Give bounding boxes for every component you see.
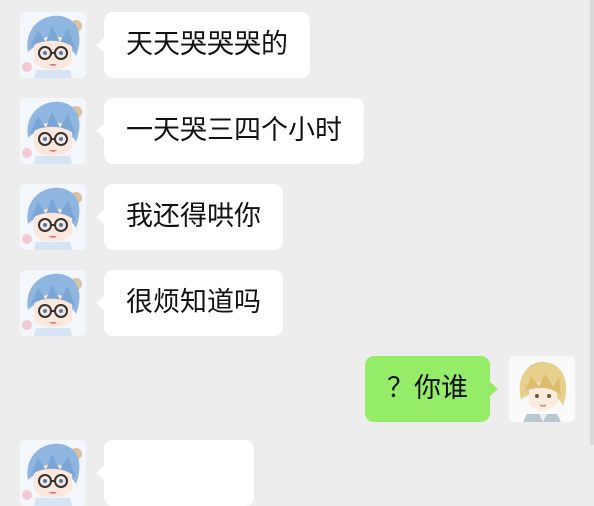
message-bubble-outgoing[interactable]: ？你谁 — [365, 356, 498, 422]
other-avatar[interactable] — [20, 12, 86, 78]
other-avatar-partial[interactable] — [20, 440, 86, 506]
right-edge-divider — [590, 0, 594, 445]
blue-hair-avatar-icon — [20, 440, 86, 506]
blue-hair-avatar-icon — [20, 184, 86, 250]
message-bubble-incoming[interactable]: 很烦知道吗 — [96, 270, 283, 336]
blonde-hair-avatar-icon — [509, 356, 575, 422]
blue-hair-avatar-icon — [20, 270, 86, 336]
self-avatar[interactable] — [509, 356, 575, 422]
other-avatar[interactable] — [20, 270, 86, 336]
message-bubble-incoming[interactable]: 我还得哄你 — [96, 184, 283, 250]
other-avatar[interactable] — [20, 98, 86, 164]
message-bubble-partial — [96, 440, 254, 506]
message-bubble-incoming[interactable]: 一天哭三四个小时 — [96, 98, 364, 164]
message-bubble-incoming[interactable]: 天天哭哭哭的 — [96, 12, 310, 78]
blue-hair-avatar-icon — [20, 12, 86, 78]
other-avatar[interactable] — [20, 184, 86, 250]
blue-hair-avatar-icon — [20, 98, 86, 164]
